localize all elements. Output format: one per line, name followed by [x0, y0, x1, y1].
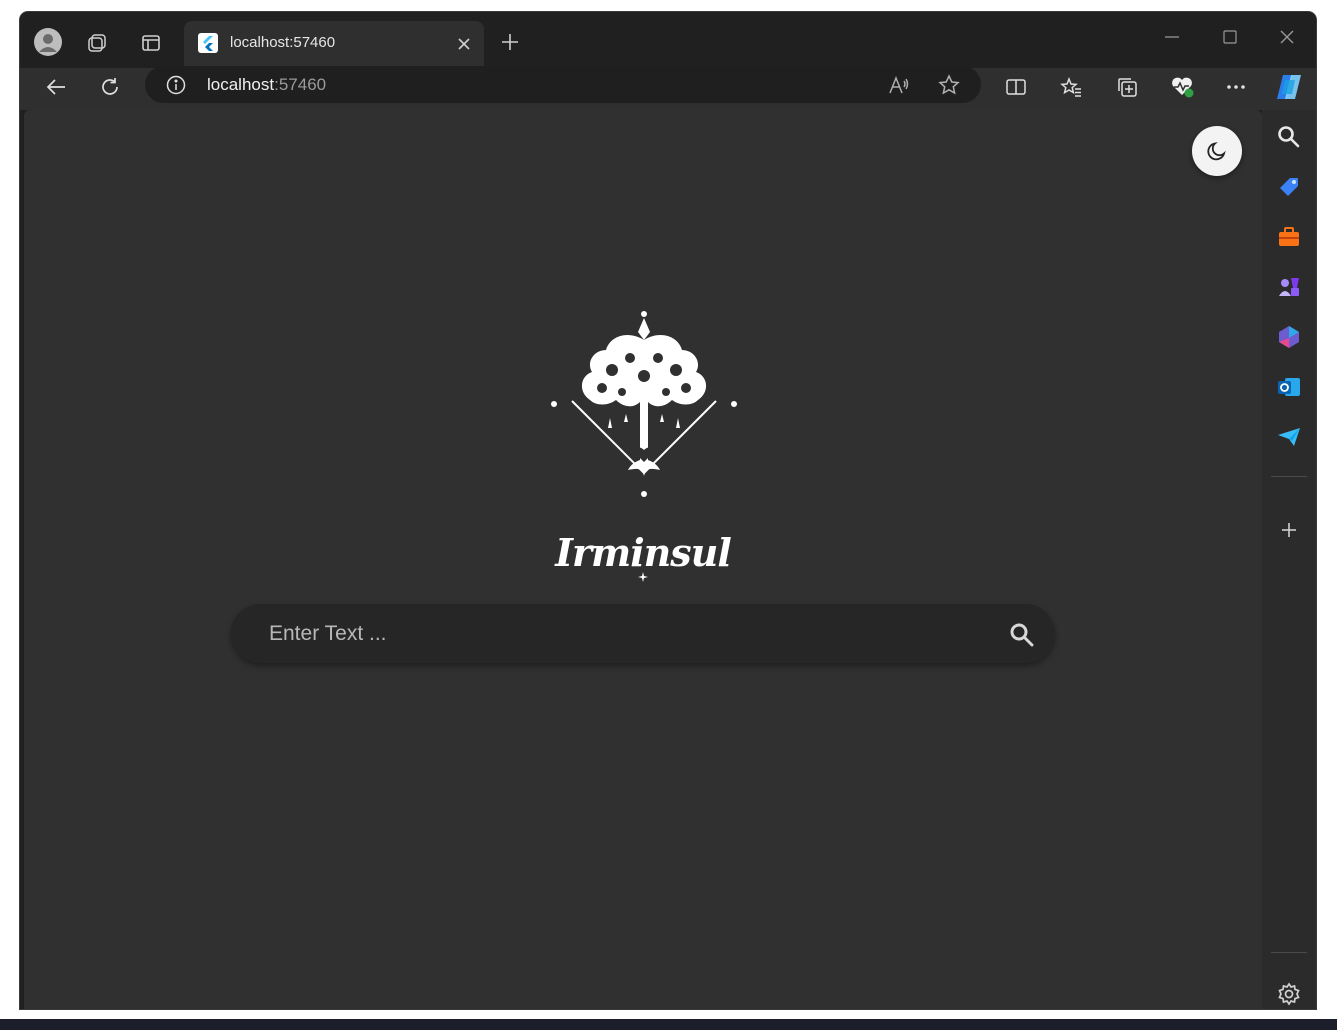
theme-toggle-moon-icon: [1207, 142, 1226, 161]
page-content: Irminsul: [24, 110, 1262, 1009]
address-bar[interactable]: localhost:57460: [145, 66, 981, 103]
info-icon[interactable]: [165, 74, 187, 96]
minimize-icon[interactable]: [1158, 26, 1186, 48]
shopping-icon[interactable]: [1276, 174, 1302, 200]
more-icon[interactable]: [1222, 73, 1250, 101]
sidebar-divider: [1271, 952, 1307, 953]
tab-bar: localhost:57460: [20, 12, 1316, 68]
browser-window: localhost:57460 localhost:57460 Irminsul…: [20, 12, 1316, 1009]
url-text[interactable]: localhost:57460: [207, 75, 326, 95]
collections-icon[interactable]: [1113, 73, 1141, 101]
new-tab-icon[interactable]: [498, 30, 522, 54]
close-tab-icon[interactable]: [454, 34, 474, 54]
close-window-icon[interactable]: [1273, 26, 1301, 48]
favorites-icon[interactable]: [1057, 73, 1085, 101]
copilot-icon[interactable]: [1272, 70, 1306, 104]
tab-title: localhost:57460: [230, 34, 336, 51]
refresh-icon[interactable]: [96, 73, 124, 101]
search-bar: [231, 604, 1055, 663]
url-host: localhost: [207, 75, 275, 94]
flutter-favicon: [198, 33, 218, 53]
vertical-tabs-icon[interactable]: [138, 30, 164, 56]
maximize-icon[interactable]: [1216, 26, 1244, 48]
search-input[interactable]: [267, 617, 971, 651]
url-port: :57460: [274, 75, 327, 94]
drop-icon[interactable]: [1276, 424, 1302, 450]
search-icon[interactable]: [1009, 622, 1035, 648]
add-icon[interactable]: [1276, 517, 1302, 543]
outlook-icon[interactable]: [1276, 374, 1302, 400]
browser-essentials-icon[interactable]: [1168, 73, 1196, 101]
active-tab[interactable]: localhost:57460: [184, 21, 484, 68]
split-screen-icon[interactable]: [1002, 73, 1030, 101]
theme-toggle-button[interactable]: [1192, 126, 1242, 176]
tools-icon[interactable]: [1276, 224, 1302, 250]
os-taskbar: [0, 1019, 1337, 1030]
edge-sidebar: [1262, 110, 1316, 1009]
back-icon[interactable]: [42, 73, 70, 101]
workspaces-icon[interactable]: [84, 30, 110, 56]
sidebar-divider: [1271, 476, 1307, 477]
profile-icon[interactable]: [32, 26, 64, 58]
microsoft-365-icon[interactable]: [1276, 324, 1302, 350]
irminsul-tree-logo: [551, 311, 737, 497]
wordmark-star-icon: [638, 572, 648, 582]
read-aloud-icon[interactable]: [887, 73, 911, 97]
games-icon[interactable]: [1276, 274, 1302, 300]
favorite-star-icon[interactable]: [937, 73, 961, 97]
brand-wordmark: Irminsul: [555, 530, 732, 575]
search-icon[interactable]: [1276, 124, 1302, 150]
settings-icon[interactable]: [1276, 981, 1302, 1007]
